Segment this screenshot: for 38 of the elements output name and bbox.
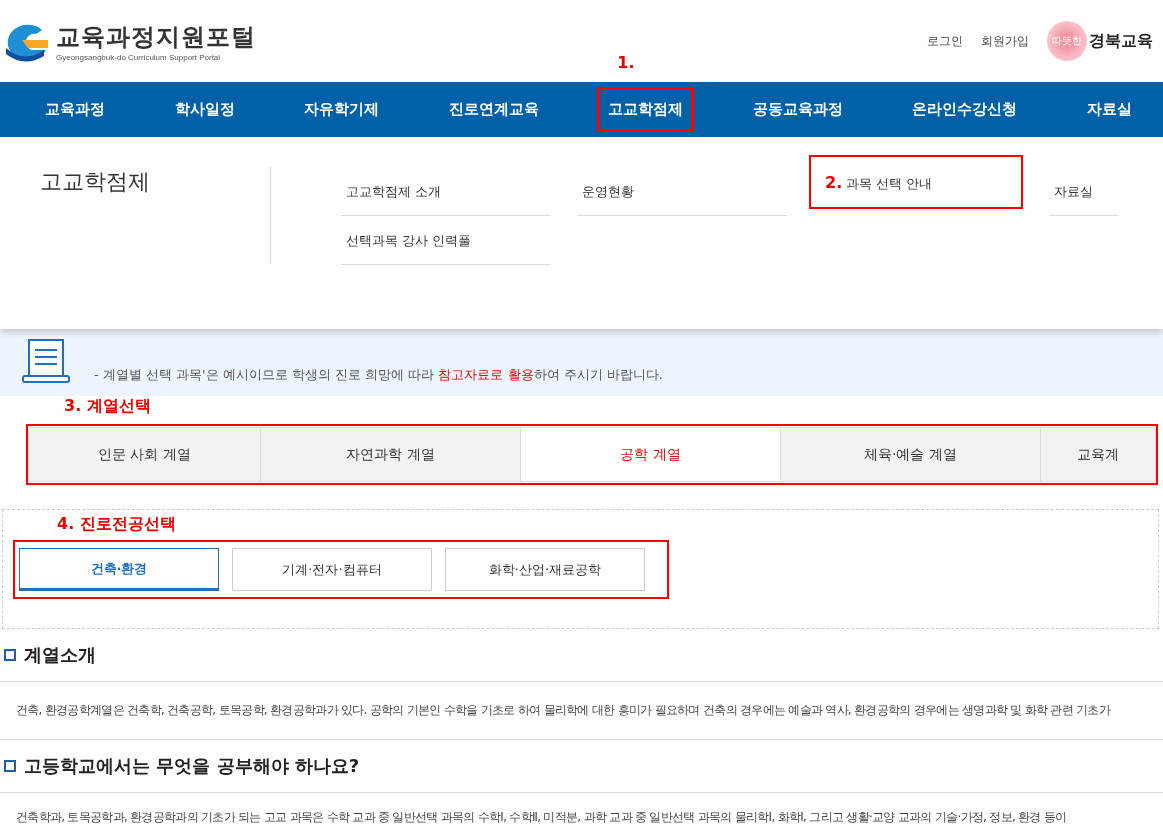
submenu-item[interactable]: 운영현황 bbox=[577, 167, 787, 216]
track-tab[interactable]: 교육계 bbox=[1041, 428, 1155, 481]
bullet-icon bbox=[4, 760, 16, 772]
menu-title: 고교학점제 bbox=[40, 167, 271, 263]
nav-tab[interactable]: 공동교육과정 bbox=[741, 87, 854, 132]
header-link[interactable]: 회원가입 bbox=[981, 32, 1029, 50]
header-link[interactable]: 로그인 bbox=[927, 32, 963, 50]
section-text: 건축학과, 토목공학과, 환경공학과의 기초가 되는 고교 과목은 수학 교과 중 일반선택 과목의 수학Ⅰ, 수학Ⅱ, 미적분, 과학 교과 중 일반선택 과목의 물리학Ⅰ, 화학Ⅰ, 그리고 생활·교양 교과의 기술·가정, 정보, 환경 등이 bbox=[0, 792, 1163, 832]
nav-tab[interactable]: 자유학기제 bbox=[293, 87, 391, 132]
step-label: 1. bbox=[617, 53, 635, 72]
nav-tab[interactable]: 진로연계교육 bbox=[437, 87, 550, 132]
site-title[interactable]: 교육과정지원포털 bbox=[56, 20, 256, 53]
nav-tab[interactable]: 고교학점제 bbox=[597, 87, 695, 132]
submenu-item[interactable]: 자료실 bbox=[1049, 167, 1119, 216]
nav-tab[interactable]: 교육과정 bbox=[34, 87, 116, 132]
track-tab[interactable]: 인문 사회 계열 bbox=[29, 428, 261, 481]
step-label: 3. 계열선택 bbox=[63, 396, 152, 417]
site-subtitle: Gyeongsangbuk-do Curriculum Support Portal bbox=[56, 52, 222, 62]
track-tab[interactable]: 체육·예술 계열 bbox=[781, 428, 1041, 481]
document-icon bbox=[20, 338, 72, 384]
major-button[interactable]: 건축·환경 bbox=[19, 548, 219, 591]
notice-text: - 계열별 선택 과목'은 예시이므로 학생의 진로 희망에 따라 참고자료로 활용하여 주시기 바랍니다. bbox=[94, 366, 663, 384]
track-tab[interactable]: 공학 계열 bbox=[521, 428, 781, 481]
major-button[interactable]: 기계·전자·컴퓨터 bbox=[232, 548, 432, 591]
brand-logo-text[interactable]: 경북교육 bbox=[1089, 30, 1153, 52]
submenu-item[interactable]: 선택과목 강사 인력풀 bbox=[341, 216, 551, 265]
major-button[interactable]: 화학·산업·재료공학 bbox=[445, 548, 645, 591]
section-text: 건축, 환경공학계열은 건축학, 건축공학, 토목공학, 환경공학과가 있다. 공학의 기본인 수학을 기초로 하여 물리학에 대한 흥미가 필요하며 건축의 경우에는 예술과 역사, 환경공학의 경우에는 생명과학 및 화학 관련 기초가 bbox=[0, 681, 1163, 740]
brand-emblem: 따뜻한 bbox=[1047, 21, 1087, 61]
submenu-item[interactable]: 고교학점제 소개 bbox=[341, 167, 551, 216]
nav-tab[interactable]: 자료실 bbox=[1075, 87, 1143, 132]
section-heading: 계열소개 bbox=[24, 643, 96, 667]
nav-tab[interactable]: 학사일정 bbox=[163, 87, 246, 132]
nav-tab[interactable]: 온라인수강신청 bbox=[901, 87, 1029, 132]
submenu-item[interactable]: 2. 과목 선택 안내 bbox=[809, 155, 1023, 209]
section-heading: 고등학교에서는 무엇을 공부해야 하나요? bbox=[24, 754, 360, 778]
bullet-icon bbox=[4, 649, 16, 661]
step-label: 4. 진로전공선택 bbox=[56, 514, 177, 535]
